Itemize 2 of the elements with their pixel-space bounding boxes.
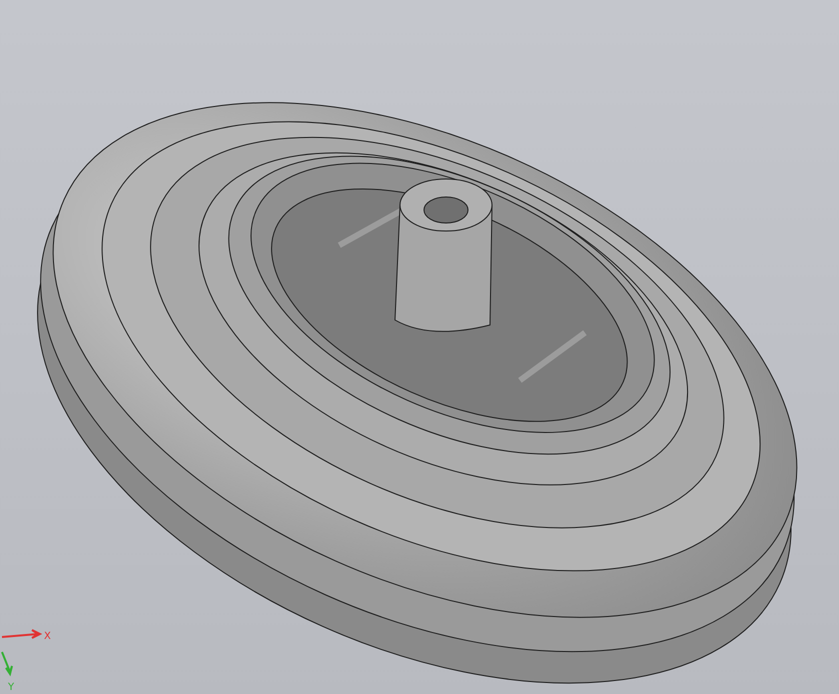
axis-label: Y	[8, 682, 14, 693]
axis-label: X	[44, 631, 51, 642]
